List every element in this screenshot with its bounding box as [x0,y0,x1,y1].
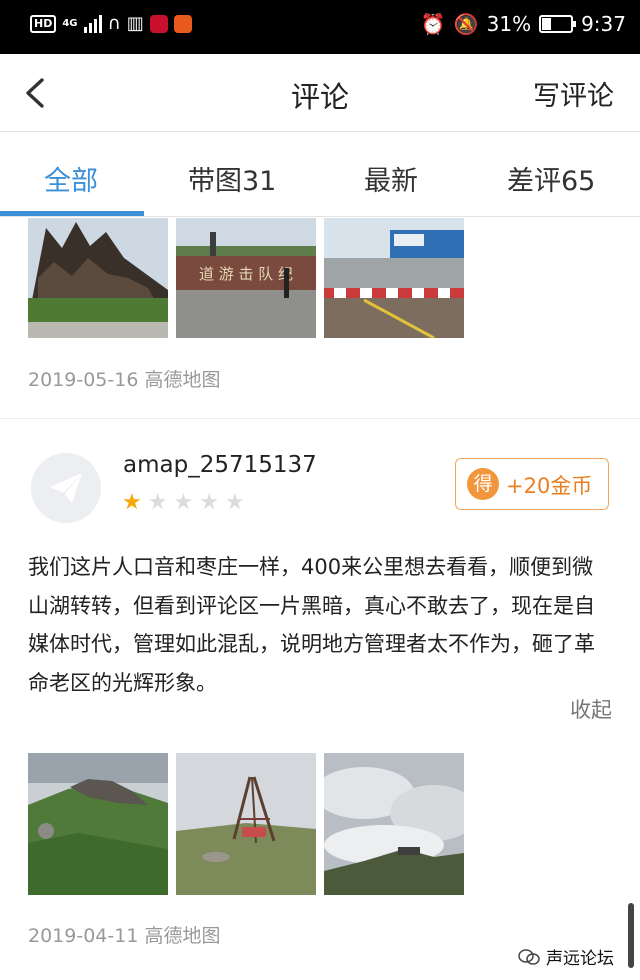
reward-coins-label: +20金币 [506,474,593,498]
watermark: 声远论坛 [518,944,614,969]
mute-icon: 🔕 [453,12,479,36]
book-icon: ▥ [126,13,144,34]
star-icon-empty: ★ [224,490,245,515]
star-icon-empty: ★ [199,490,219,515]
navigation-bar: 评论 写评论 [0,54,640,132]
status-right: ⏰ 🔕 31% 9:37 [421,12,626,36]
tab-with-photos[interactable]: 带图31 [188,159,276,198]
review-photo-clouds[interactable] [324,753,464,895]
tab-all[interactable]: 全部 [44,159,98,198]
review-photo-hill-rocks[interactable] [28,753,168,895]
write-review-button[interactable]: 写评论 [533,74,614,113]
video-app-icon [173,15,192,33]
wechat-icon [518,948,540,965]
star-rating: ★ ★ ★ ★ ★ [122,490,245,515]
headphone-icon: ∩ [107,13,121,34]
hd-indicator: HD [30,15,57,33]
clock: 9:37 [581,12,626,36]
review-list[interactable]: 道 游 击 队 纪 2019-05-16 高德地图 amap_25715137 … [0,218,640,980]
avatar[interactable] [31,453,101,523]
review-photo-ferry[interactable] [324,218,464,338]
review-meta: 2019-04-11 高德地图 [28,925,221,947]
status-bar: HD 4G ∩ ▥ ⏰ 🔕 31% 9:37 [0,0,640,54]
tab-indicator [0,211,144,216]
paper-plane-icon [50,473,82,503]
review-divider [0,418,640,419]
tab-negative[interactable]: 差评65 [507,159,595,198]
review-photo-monument[interactable] [28,218,168,338]
reward-coins-button[interactable]: 得 +20金币 [455,458,609,510]
coin-icon: 得 [467,468,499,500]
huawei-app-icon [149,15,168,33]
watermark-text: 声远论坛 [546,949,614,969]
collapse-button[interactable]: 收起 [570,694,612,724]
previous-review-meta: 2019-05-16 高德地图 [28,369,221,391]
scrollbar[interactable] [628,903,634,968]
signal-icon [83,15,102,33]
battery-icon [539,15,577,33]
gate-sign-text: 道 游 击 队 纪 [199,265,293,283]
status-left: HD 4G ∩ ▥ [30,14,192,34]
tab-latest[interactable]: 最新 [364,159,418,198]
review-filter-tabs: 全部 带图31 最新 差评65 [0,133,640,217]
review-photo-tower[interactable] [176,753,316,895]
alarm-icon: ⏰ [420,12,446,36]
network-indicator: 4G [62,18,78,29]
battery-percent: 31% [486,12,532,36]
reviewer-username[interactable]: amap_25715137 [123,452,317,478]
review-body: 我们这片人口音和枣庄一样，400来公里想去看看，顺便到微山湖转转，但看到评论区一… [28,555,595,695]
star-icon-empty: ★ [147,490,168,515]
review-photo-gate[interactable]: 道 游 击 队 纪 [176,218,316,338]
star-icon-filled: ★ [122,490,142,515]
star-icon-empty: ★ [173,490,194,515]
